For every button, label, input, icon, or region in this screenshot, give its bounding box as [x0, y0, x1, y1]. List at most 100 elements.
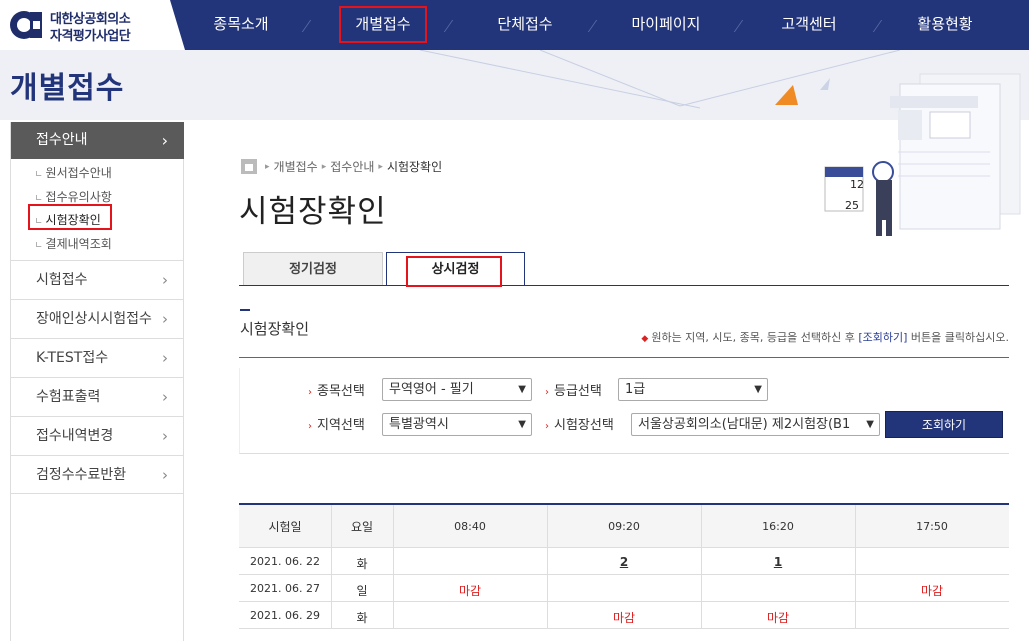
table-row-divider: [239, 601, 1009, 602]
sidebar-item-fee-refund[interactable]: 검정수수료반환 ›: [11, 455, 184, 494]
sidebar-item-admission-print[interactable]: 수험표출력 ›: [11, 377, 184, 416]
sidebar-item-ktest-apply[interactable]: K-TEST접수 ›: [11, 338, 184, 377]
region-select[interactable]: 특별광역시 ▼: [382, 413, 532, 436]
chevron-right-icon: ›: [161, 131, 168, 150]
grade-select-value: 1급: [625, 382, 646, 397]
sidebar-subitem[interactable]: ∟ 원서접수안내: [35, 164, 112, 181]
grade-select[interactable]: 1급 ▼: [618, 378, 768, 401]
logo[interactable]: 대한상공회의소 자격평가사업단: [0, 0, 185, 50]
section-marker: [240, 309, 250, 311]
sidebar-subitem-label: 접수유의사항: [45, 190, 112, 204]
table-cell-seat-count[interactable]: 1: [701, 555, 855, 569]
site-label-text: 시험장선택: [554, 418, 614, 433]
banner-title: 개별접수: [10, 71, 125, 106]
sidebar-highlight-box: [28, 204, 112, 230]
sidebar-item-label: 접수안내: [36, 132, 88, 148]
breadcrumb-item-current: 시험장확인: [386, 160, 443, 174]
table-cell-day: 화: [356, 557, 368, 571]
chevron-down-icon: ▼: [754, 384, 762, 395]
sidebar-item-label: 장애인상시시험접수: [36, 311, 152, 327]
tab-regular-exam[interactable]: 정기검정: [243, 252, 383, 286]
table-cell-closed: 마감: [612, 611, 636, 625]
section-instruction: ◆ 원하는 지역, 시도, 종목, 등급을 선택하신 후 [조회하기] 버튼을 클…: [641, 329, 1009, 345]
table-col-divider: [331, 505, 332, 628]
breadcrumb: ▸ 개별접수 ▸ 접수안내 ▸ 시험장확인: [241, 158, 442, 175]
table-col-divider: [701, 505, 702, 628]
sidebar-item-label: 시험접수: [36, 272, 88, 288]
instruction-link: [조회하기]: [858, 331, 908, 344]
site-select-value: 서울상공회의소(남대문) 제2시험장(B1: [638, 417, 851, 432]
chevron-right-icon: ›: [162, 427, 168, 445]
chamber-logo-icon: [10, 11, 42, 39]
diamond-icon: ◆: [641, 334, 649, 344]
nav-separator: [587, 20, 598, 32]
breadcrumb-item[interactable]: 개별접수: [274, 158, 318, 175]
sidebar-item-apply-change[interactable]: 접수내역변경 ›: [11, 416, 184, 455]
subject-select-value: 무역영어 - 필기: [389, 382, 474, 397]
chevron-down-icon: ▼: [518, 384, 526, 395]
nav-item-customer-center[interactable]: 고객센터: [764, 0, 854, 50]
nav-item-group-apply[interactable]: 단체접수: [480, 0, 570, 50]
instruction-text: 원하는 지역, 시도, 종목, 등급을 선택하신 후: [651, 331, 859, 344]
chevron-right-icon: ›: [162, 388, 168, 406]
table-cell-date: 2021. 06. 22: [250, 555, 320, 568]
sidebar-subitem[interactable]: ∟ 접수유의사항: [35, 188, 112, 205]
arrow-right-icon: ›: [308, 421, 312, 432]
chevron-down-icon: ▼: [864, 414, 874, 435]
table-col-divider: [855, 505, 856, 628]
breadcrumb-item[interactable]: 접수안내: [330, 158, 374, 175]
nav-separator: [733, 20, 744, 32]
sidebar-item-apply-guide[interactable]: 접수안내 ›: [11, 122, 184, 159]
section-divider: [239, 357, 1009, 358]
illustration-image: 12 25: [824, 73, 1021, 236]
sidebar-item-label: 접수내역변경: [36, 428, 114, 444]
nav-separator: [443, 20, 454, 32]
table-cell-date: 2021. 06. 27: [250, 582, 320, 595]
table-header-cell: 시험일: [268, 520, 302, 534]
sidebar-item-label: 수험표출력: [36, 389, 101, 405]
table-header-cell: 요일: [350, 520, 374, 534]
table-row-divider: [239, 547, 1009, 548]
svg-text:25: 25: [845, 199, 859, 212]
sidebar: 접수안내 › ∟ 원서접수안내 ∟ 접수유의사항 ∟ 시험장확인 ∟ 결제내역조회 시험…: [10, 122, 184, 641]
breadcrumb-arrow-icon: ▸: [265, 161, 270, 172]
sidebar-item-label: 검정수수료반환: [36, 467, 127, 483]
table-cell-seat-count[interactable]: 2: [547, 555, 701, 569]
table-cell-day: 화: [356, 611, 368, 625]
nav-separator: [301, 20, 312, 32]
subject-select[interactable]: 무역영어 - 필기 ▼: [382, 378, 532, 401]
table-row-divider: [239, 628, 1009, 629]
nav-item-mypage[interactable]: 마이페이지: [616, 0, 716, 50]
chevron-right-icon: ›: [162, 271, 168, 289]
tab-underline: [239, 285, 1009, 286]
table-col-divider: [393, 505, 394, 628]
nav-item-subject-intro[interactable]: 종목소개: [196, 0, 286, 50]
subject-label: › 종목선택: [308, 380, 365, 399]
tab-highlight-box: [406, 256, 502, 287]
table-header-cell: 17:50: [916, 520, 948, 533]
section-title: 시험장확인: [240, 320, 310, 338]
table-cell-closed: 마감: [458, 584, 482, 598]
table-cell-closed: 마감: [920, 584, 944, 598]
sidebar-item-label: K-TEST접수: [36, 350, 109, 366]
search-button[interactable]: 조회하기: [885, 411, 1003, 438]
chevron-right-icon: ›: [162, 349, 168, 367]
sidebar-subitem-label: 원서접수안내: [45, 166, 112, 180]
region-select-value: 특별광역시: [389, 417, 449, 432]
top-nav-bar: 대한상공회의소 자격평가사업단 종목소개 개별접수 단체접수 마이페이지 고객센…: [0, 0, 1029, 50]
nav-item-usage-status[interactable]: 활용현황: [900, 0, 990, 50]
table-cell-date: 2021. 06. 29: [250, 609, 320, 622]
sidebar-item-exam-apply[interactable]: 시험접수 ›: [11, 260, 184, 299]
site-label: › 시험장선택: [545, 414, 614, 433]
site-select[interactable]: 서울상공회의소(남대문) 제2시험장(B1 ▼: [631, 413, 880, 436]
nav-highlight-box: [339, 6, 427, 43]
breadcrumb-arrow-icon: ▸: [321, 161, 327, 172]
table-col-divider: [547, 505, 548, 628]
sidebar-subitem[interactable]: ∟ 결제내역조회: [35, 235, 112, 252]
bullet-icon: ∟: [35, 194, 43, 204]
table-row-divider: [239, 574, 1009, 575]
sidebar-item-disabled-apply[interactable]: 장애인상시시험접수 ›: [11, 299, 184, 338]
chevron-down-icon: ▼: [518, 419, 526, 430]
home-icon[interactable]: [241, 159, 257, 174]
bullet-icon: ∟: [35, 241, 43, 251]
